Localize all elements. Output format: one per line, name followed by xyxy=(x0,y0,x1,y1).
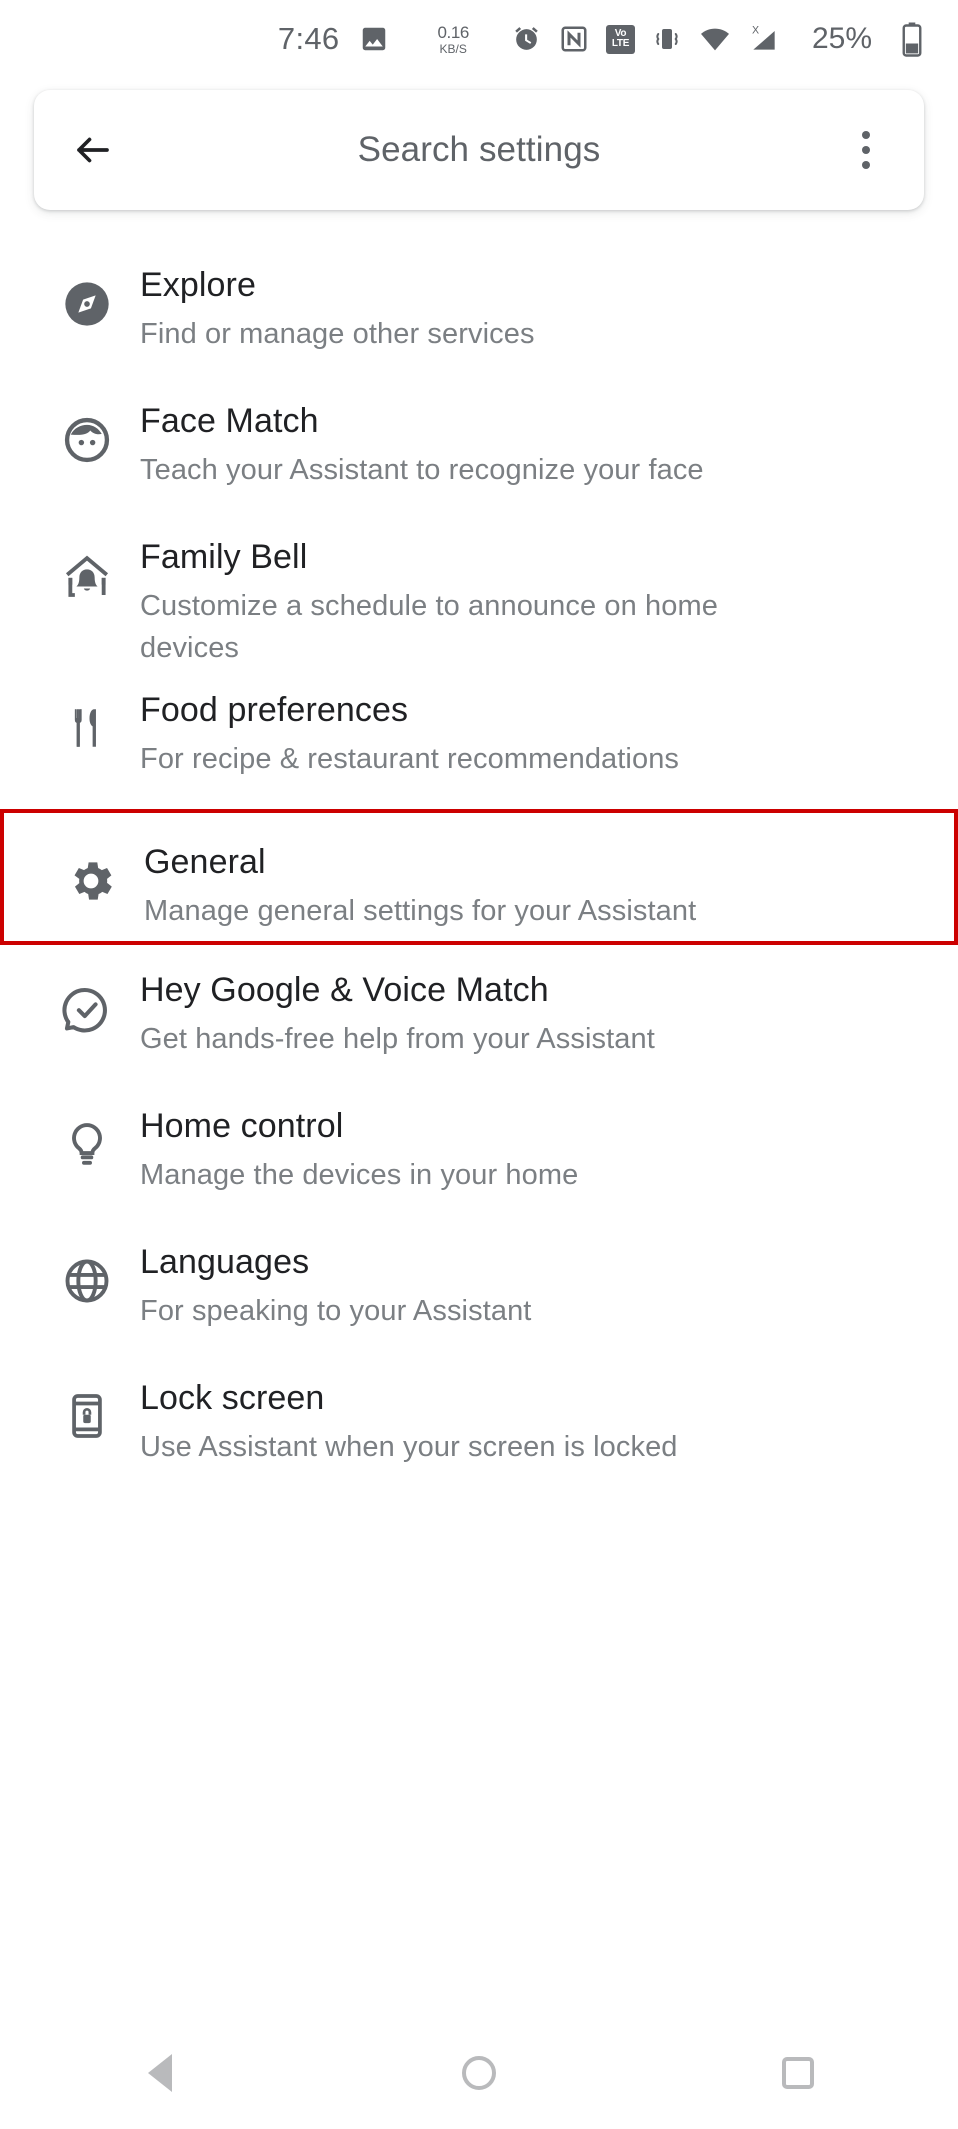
mobile-signal-off-icon: X xyxy=(748,23,780,55)
recents-square-icon xyxy=(782,2057,815,2089)
list-item-text: Face Match Teach your Assistant to recog… xyxy=(140,380,924,491)
more-vertical-icon-dot xyxy=(862,131,870,139)
back-triangle-icon xyxy=(147,2054,172,2092)
list-item-text: Explore Find or manage other services xyxy=(140,244,924,355)
network-speed-unit: KB/S xyxy=(439,41,467,56)
home-circle-icon xyxy=(461,2056,496,2090)
list-item-explore[interactable]: Explore Find or manage other services xyxy=(0,244,958,380)
list-item-home-control[interactable]: Home control Manage the devices in your … xyxy=(0,1085,958,1221)
battery-icon xyxy=(900,21,924,57)
nav-recents-button[interactable] xyxy=(738,2038,858,2108)
list-item-title: Home control xyxy=(140,1107,344,1145)
list-item-title: Explore xyxy=(140,266,256,304)
status-icon-group: Vo LTE X xyxy=(511,23,780,55)
list-item-food-preferences[interactable]: Food preferences For recipe & restaurant… xyxy=(0,669,958,805)
alarm-icon xyxy=(511,24,542,55)
list-item-text: General Manage general settings for your… xyxy=(144,821,920,932)
network-speed-indicator: 0.16 KB/S xyxy=(437,24,469,55)
list-item-title: Hey Google & Voice Match xyxy=(140,971,549,1009)
volte-bottom-text: LTE xyxy=(611,38,630,49)
list-item-subtitle: For speaking to your Assistant xyxy=(140,1295,532,1327)
list-item-text: Hey Google & Voice Match Get hands-free … xyxy=(140,949,924,1060)
compass-icon xyxy=(34,244,140,330)
nfc-icon xyxy=(559,24,589,54)
svg-text:X: X xyxy=(752,25,759,37)
network-speed-value: 0.16 xyxy=(437,22,469,42)
battery-percent-label: 25% xyxy=(811,22,872,55)
face-icon xyxy=(34,380,140,466)
back-button[interactable] xyxy=(64,121,122,179)
list-item-text: Home control Manage the devices in your … xyxy=(140,1085,924,1196)
status-clock: 7:46 xyxy=(277,21,340,56)
list-item-face-match[interactable]: Face Match Teach your Assistant to recog… xyxy=(0,380,958,516)
nav-back-button[interactable] xyxy=(100,2038,220,2108)
list-item-title: Face Match xyxy=(140,402,319,440)
wifi-icon xyxy=(699,23,731,55)
gear-icon xyxy=(38,821,144,907)
list-item-subtitle: Find or manage other services xyxy=(140,318,535,350)
back-arrow-icon xyxy=(77,137,109,163)
list-item-title: General xyxy=(144,843,266,881)
more-vertical-icon-dot xyxy=(862,161,870,169)
list-item-title: Languages xyxy=(140,1243,310,1281)
nav-home-button[interactable] xyxy=(419,2038,539,2108)
list-item-general[interactable]: General Manage general settings for your… xyxy=(0,809,958,945)
search-settings-appbar: Search settings xyxy=(34,90,924,210)
list-item-languages[interactable]: Languages For speaking to your Assistant xyxy=(0,1221,958,1357)
list-item-title: Food preferences xyxy=(140,691,409,729)
globe-icon xyxy=(34,1221,140,1307)
phone-lock-icon xyxy=(34,1357,140,1441)
list-item-subtitle: Manage general settings for your Assista… xyxy=(144,895,697,927)
list-item-hey-google-voice-match[interactable]: Hey Google & Voice Match Get hands-free … xyxy=(0,949,958,1085)
list-item-lock-screen[interactable]: Lock screen Use Assistant when your scre… xyxy=(0,1357,958,1493)
list-item-text: Food preferences For recipe & restaurant… xyxy=(140,669,924,780)
list-item-subtitle: Teach your Assistant to recognize your f… xyxy=(140,454,704,486)
vibrate-icon xyxy=(652,24,682,54)
list-item-family-bell[interactable]: Family Bell Customize a schedule to anno… xyxy=(0,516,958,669)
list-item-subtitle: Use Assistant when your screen is locked xyxy=(140,1431,678,1463)
image-icon xyxy=(359,24,389,54)
status-bar-content: 7:46 0.16 KB/S Vo LTE X 25% xyxy=(278,21,924,57)
status-bar: 7:46 0.16 KB/S Vo LTE X 25% xyxy=(0,0,958,78)
settings-list: Explore Find or manage other services Fa… xyxy=(0,244,958,1493)
check-circle-icon xyxy=(34,949,140,1037)
home-bell-icon xyxy=(34,516,140,604)
list-item-text: Languages For speaking to your Assistant xyxy=(140,1221,924,1332)
appbar-container: Search settings xyxy=(0,78,958,210)
more-vertical-icon-dot xyxy=(862,146,870,154)
list-item-text: Family Bell Customize a schedule to anno… xyxy=(140,516,924,669)
page-title: Search settings xyxy=(357,130,601,169)
list-item-subtitle: Manage the devices in your home xyxy=(140,1159,579,1191)
list-item-subtitle: Get hands-free help from your Assistant xyxy=(140,1023,655,1055)
android-navigation-bar xyxy=(0,2017,958,2129)
lightbulb-icon xyxy=(34,1085,140,1171)
list-item-title: Family Bell xyxy=(140,538,308,576)
overflow-menu-button[interactable] xyxy=(838,121,894,179)
list-item-subtitle: Customize a schedule to announce on home… xyxy=(140,590,718,664)
volte-icon: Vo LTE xyxy=(605,24,635,54)
list-item-text: Lock screen Use Assistant when your scre… xyxy=(140,1357,924,1468)
list-item-title: Lock screen xyxy=(140,1379,325,1417)
fork-knife-icon xyxy=(34,669,140,753)
list-item-subtitle: For recipe & restaurant recommendations xyxy=(140,743,680,775)
